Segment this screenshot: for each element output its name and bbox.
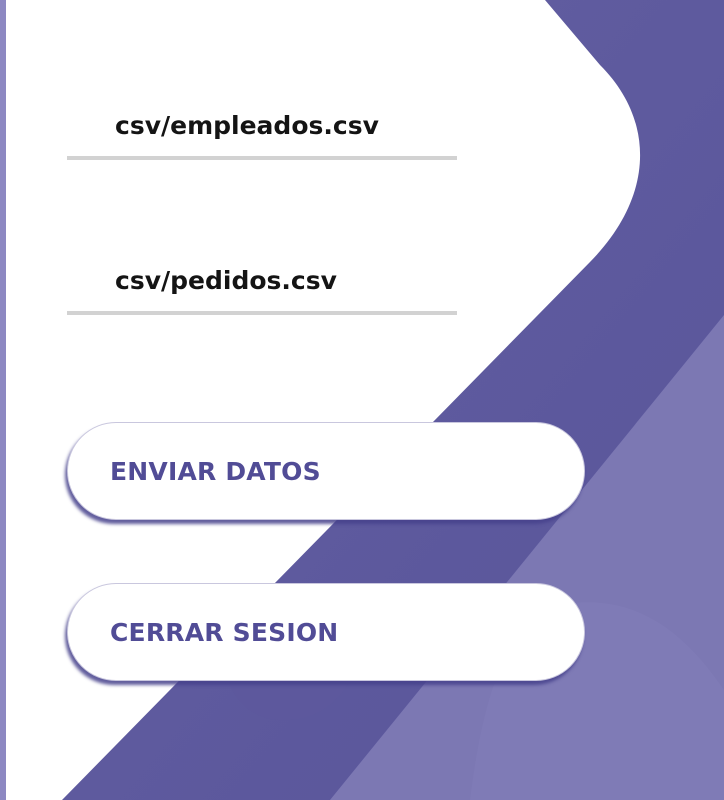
- send-data-button[interactable]: ENVIAR DATOS: [67, 422, 585, 520]
- logout-label: CERRAR SESION: [110, 617, 339, 647]
- left-edge-strip: [0, 0, 6, 800]
- orders-file-field: [67, 251, 457, 315]
- orders-file-input[interactable]: [67, 251, 457, 311]
- app-screen: ENVIAR DATOS CERRAR SESION: [0, 0, 724, 800]
- employees-file-field: [67, 96, 457, 160]
- employees-file-input[interactable]: [67, 96, 457, 156]
- send-data-label: ENVIAR DATOS: [110, 456, 321, 486]
- logout-button[interactable]: CERRAR SESION: [67, 583, 585, 681]
